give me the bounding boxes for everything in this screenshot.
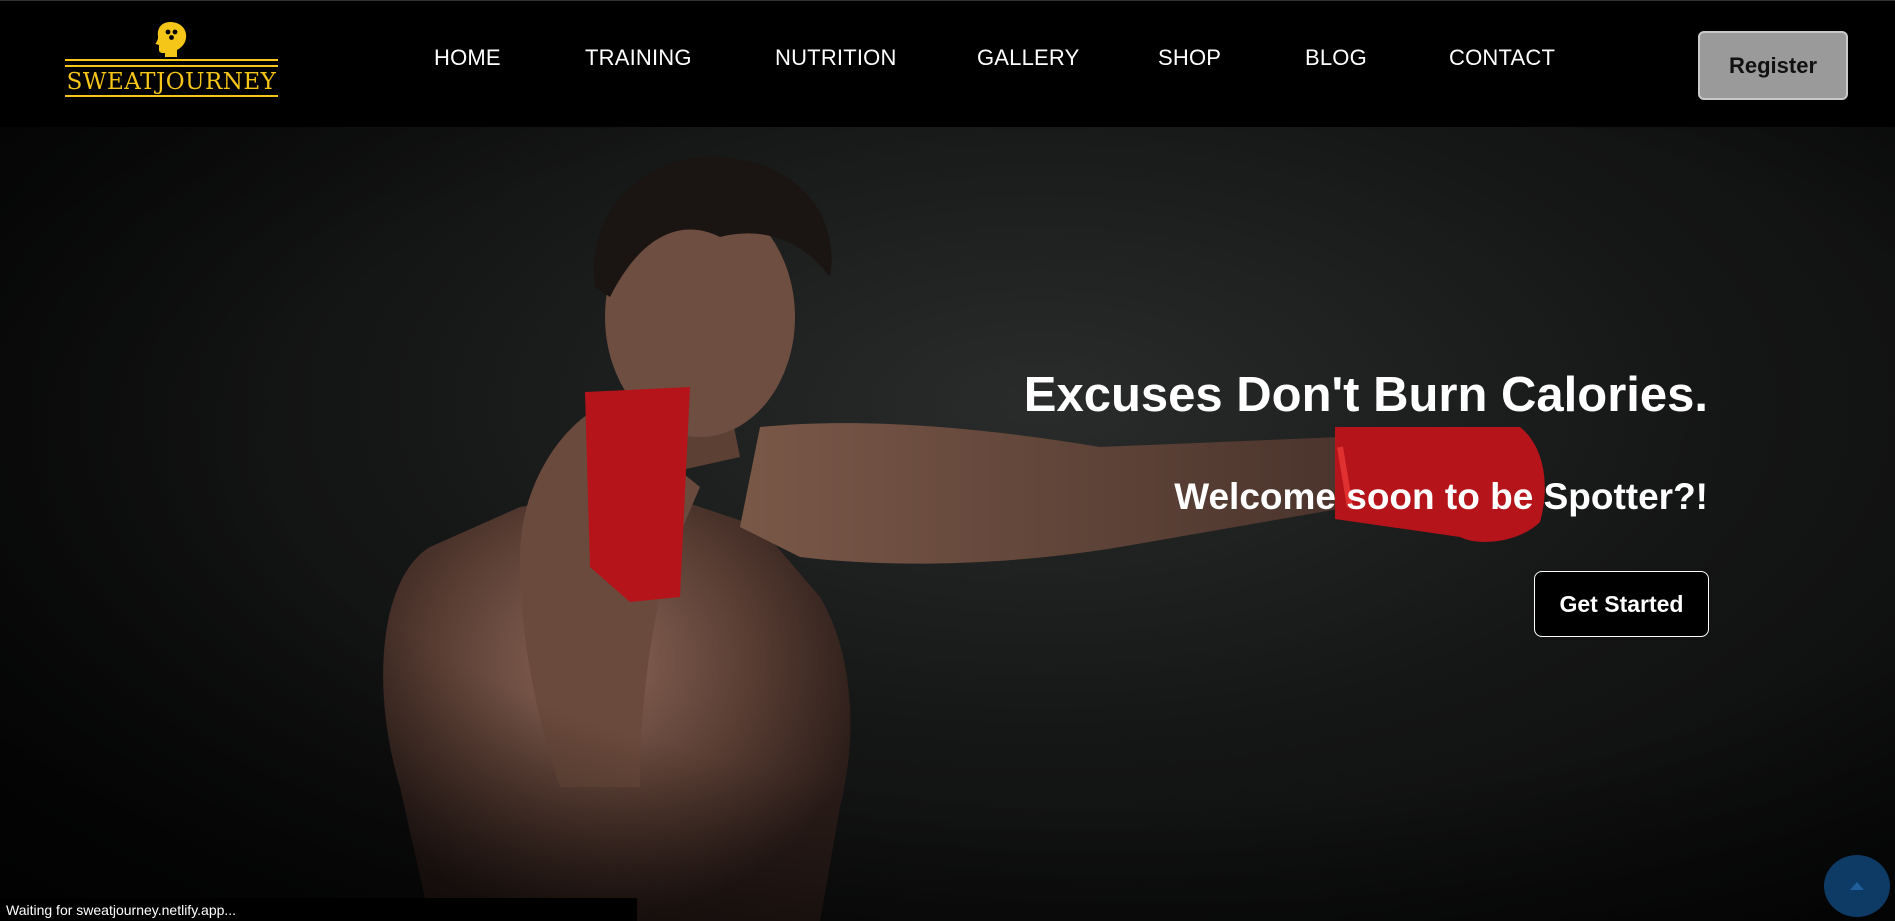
browser-status-bar: Waiting for sweatjourney.netlify.app... xyxy=(0,898,637,921)
get-started-button[interactable]: Get Started xyxy=(1534,571,1709,637)
hero-boxer-image xyxy=(0,127,1895,921)
hero-subheadline: Welcome soon to be Spotter?! xyxy=(1174,476,1708,517)
nav-item-gallery[interactable]: GALLERY xyxy=(977,45,1080,71)
page: SWEATJOURNEY HOME TRAINING NUTRITION GAL… xyxy=(0,0,1895,921)
nav-item-blog[interactable]: BLOG xyxy=(1305,45,1367,71)
navbar: SWEATJOURNEY HOME TRAINING NUTRITION GAL… xyxy=(0,0,1895,127)
nav-item-training[interactable]: TRAINING xyxy=(585,45,692,71)
hero-headline: Excuses Don't Burn Calories. xyxy=(1023,368,1708,422)
nav-item-contact[interactable]: CONTACT xyxy=(1449,45,1555,71)
nav-item-shop[interactable]: SHOP xyxy=(1158,45,1221,71)
arrow-up-icon xyxy=(1850,882,1864,890)
scroll-to-top-button[interactable] xyxy=(1824,855,1890,917)
register-button[interactable]: Register xyxy=(1698,31,1848,100)
nav-item-nutrition[interactable]: NUTRITION xyxy=(775,45,897,71)
main-nav: HOME TRAINING NUTRITION GALLERY SHOP BLO… xyxy=(0,1,1895,128)
nav-item-home[interactable]: HOME xyxy=(434,45,501,71)
hero-section: Excuses Don't Burn Calories. Welcome soo… xyxy=(0,127,1895,921)
